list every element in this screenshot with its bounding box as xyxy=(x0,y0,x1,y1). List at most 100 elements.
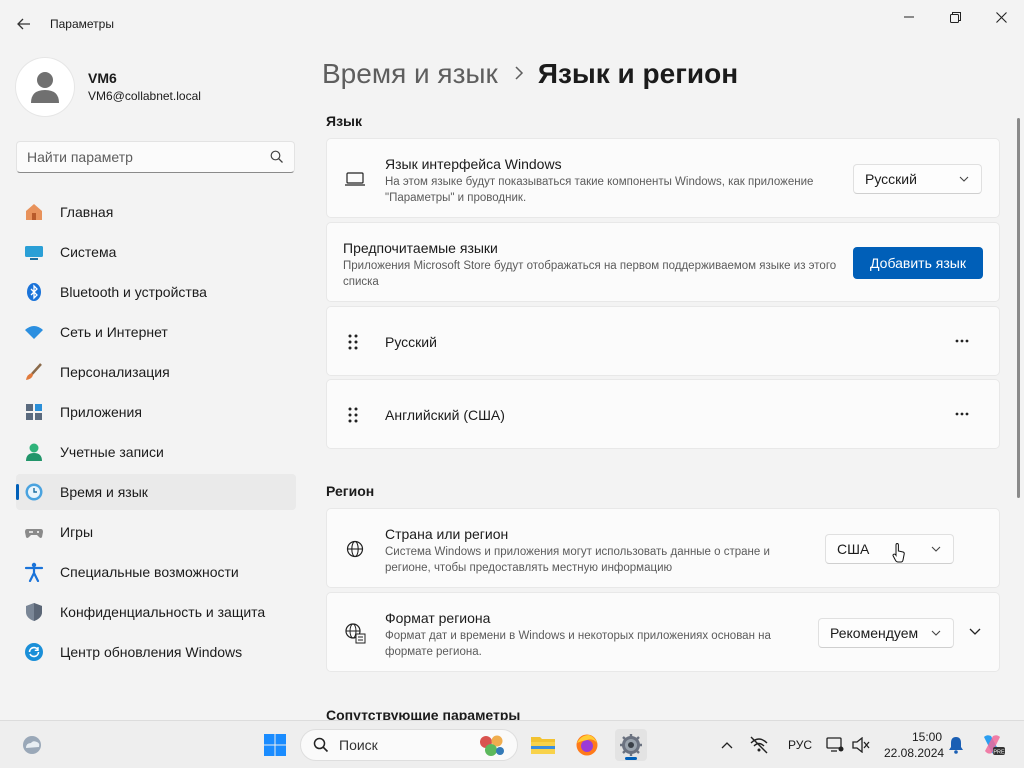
chevron-down-icon xyxy=(931,630,941,636)
display-language-dropdown[interactable]: Русский xyxy=(853,164,982,194)
sidebar-item-label: Учетные записи xyxy=(60,444,164,460)
taskbar: Поиск РУС 15:00 22.08.2024 PRE xyxy=(0,720,1024,768)
breadcrumb: Время и язык Язык и регион xyxy=(322,58,738,90)
regional-format-icon xyxy=(343,621,367,645)
more-icon xyxy=(955,339,969,343)
sidebar-nav: Главная Система Bluetooth и устройства С… xyxy=(16,194,296,674)
windows-logo-icon xyxy=(264,734,286,756)
sidebar-item-network[interactable]: Сеть и Интернет xyxy=(16,314,296,350)
scrollbar[interactable] xyxy=(1017,118,1020,498)
preferred-languages-title: Предпочитаемые языки xyxy=(343,240,498,256)
display-tray-icon[interactable] xyxy=(822,729,848,761)
regional-format-card[interactable]: Формат региона Формат дат и времени в Wi… xyxy=(326,592,1000,672)
sidebar-item-windows-update[interactable]: Центр обновления Windows xyxy=(16,634,296,670)
breadcrumb-parent-link[interactable]: Время и язык xyxy=(322,58,498,90)
preferred-languages-description: Приложения Microsoft Store будут отображ… xyxy=(343,260,837,288)
sidebar-item-bluetooth[interactable]: Bluetooth и устройства xyxy=(16,274,296,310)
country-region-description: Система Windows и приложения могут испол… xyxy=(385,546,770,574)
close-button[interactable] xyxy=(978,6,1024,28)
minimize-button[interactable] xyxy=(886,6,932,28)
sidebar-item-time-language[interactable]: Время и язык xyxy=(16,474,296,510)
file-explorer-icon[interactable] xyxy=(527,729,559,761)
back-button[interactable] xyxy=(12,12,36,36)
more-options-button[interactable] xyxy=(947,404,977,424)
language-name: Английский (США) xyxy=(385,407,505,423)
chevron-down-icon xyxy=(931,546,941,552)
language-name: Русский xyxy=(385,334,437,350)
clock-time[interactable]: 15:00 xyxy=(912,730,942,744)
clock-date[interactable]: 22.08.2024 xyxy=(884,746,944,760)
search-highlight-icon xyxy=(480,735,504,756)
display-language-value: Русский xyxy=(865,171,917,187)
chevron-down-icon xyxy=(959,176,969,182)
widgets-weather-icon[interactable] xyxy=(16,729,48,761)
sidebar-item-label: Игры xyxy=(60,524,94,540)
sidebar-item-privacy[interactable]: Конфиденциальность и защита xyxy=(16,594,296,630)
user-icon xyxy=(31,72,59,103)
regional-format-dropdown[interactable]: Рекомендуем xyxy=(818,618,954,648)
accounts-icon xyxy=(24,442,44,462)
bluetooth-icon xyxy=(24,282,44,302)
notification-bell-icon[interactable] xyxy=(944,729,968,761)
taskbar-search[interactable]: Поиск xyxy=(300,729,518,761)
sidebar-item-label: Bluetooth и устройства xyxy=(60,284,207,300)
country-region-dropdown[interactable]: США xyxy=(825,534,954,564)
minimize-icon xyxy=(904,16,914,18)
sidebar-item-system[interactable]: Система xyxy=(16,234,296,270)
add-language-button[interactable]: Добавить язык xyxy=(853,247,983,279)
section-title-region: Регион xyxy=(326,483,375,499)
window-title: Параметры xyxy=(50,17,114,31)
chevron-up-icon[interactable] xyxy=(712,729,742,761)
close-icon xyxy=(995,11,1007,23)
sidebar-item-accessibility[interactable]: Специальные возможности xyxy=(16,554,296,590)
network-offline-icon[interactable] xyxy=(744,729,774,761)
sidebar-item-label: Персонализация xyxy=(60,364,170,380)
start-button[interactable] xyxy=(259,729,291,761)
system-icon xyxy=(24,242,44,262)
sidebar-item-label: Главная xyxy=(60,204,114,220)
sidebar-item-label: Сеть и Интернет xyxy=(60,324,168,340)
svg-text:PRE: PRE xyxy=(993,750,1005,756)
expand-button[interactable] xyxy=(965,622,985,642)
sidebar-item-personalization[interactable]: Персонализация xyxy=(16,354,296,390)
drag-handle-icon[interactable] xyxy=(347,333,359,351)
laptop-icon xyxy=(343,167,367,191)
sidebar-item-accounts[interactable]: Учетные записи xyxy=(16,434,296,470)
maximize-button[interactable] xyxy=(932,6,978,28)
copilot-icon[interactable]: PRE xyxy=(976,729,1008,761)
settings-app-icon[interactable] xyxy=(615,729,647,761)
back-arrow-icon xyxy=(17,18,30,30)
input-language-indicator[interactable]: РУС xyxy=(788,738,812,752)
active-app-indicator xyxy=(625,757,637,760)
mouse-cursor-icon xyxy=(892,543,905,563)
settings-search[interactable] xyxy=(16,141,295,173)
gamepad-icon xyxy=(24,522,44,542)
display-language-card: Язык интерфейса Windows На этом языке бу… xyxy=(326,138,1000,218)
time-language-icon xyxy=(24,482,44,502)
drag-handle-icon[interactable] xyxy=(347,406,359,424)
update-icon xyxy=(24,642,44,662)
more-icon xyxy=(955,412,969,416)
language-list-item[interactable]: Русский xyxy=(326,306,1000,376)
user-profile[interactable]: VM6 VM6@collabnet.local xyxy=(16,58,201,116)
search-icon[interactable] xyxy=(270,150,284,164)
restore-icon xyxy=(949,11,961,23)
sidebar-item-apps[interactable]: Приложения xyxy=(16,394,296,430)
sidebar-item-home[interactable]: Главная xyxy=(16,194,296,230)
preferred-languages-card: Предпочитаемые языки Приложения Microsof… xyxy=(326,222,1000,302)
firefox-icon[interactable] xyxy=(571,729,603,761)
chevron-right-icon xyxy=(514,64,524,85)
shield-icon xyxy=(24,602,44,622)
sidebar-item-label: Центр обновления Windows xyxy=(60,644,243,660)
sidebar-item-label: Специальные возможности xyxy=(60,564,239,580)
sidebar-item-gaming[interactable]: Игры xyxy=(16,514,296,550)
profile-email: VM6@collabnet.local xyxy=(88,88,201,103)
page-title: Язык и регион xyxy=(537,58,739,89)
volume-muted-icon[interactable] xyxy=(848,729,874,761)
accessibility-icon xyxy=(24,562,44,582)
more-options-button[interactable] xyxy=(947,331,977,351)
regional-format-value: Рекомендуем xyxy=(830,625,919,641)
search-input[interactable] xyxy=(17,142,257,172)
language-list-item[interactable]: Английский (США) xyxy=(326,379,1000,449)
chevron-down-icon xyxy=(969,628,981,635)
